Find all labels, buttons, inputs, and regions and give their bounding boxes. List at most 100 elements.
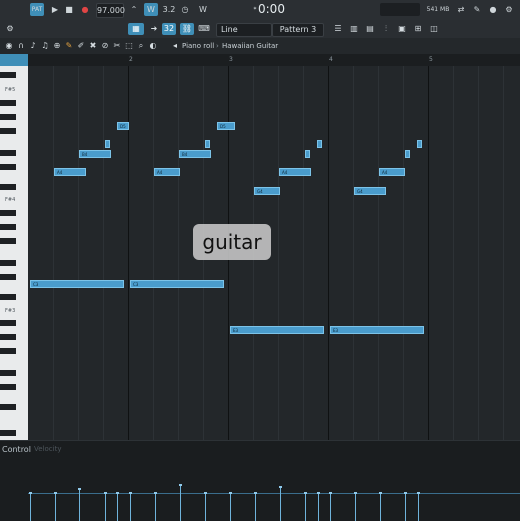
velocity-stem[interactable] xyxy=(318,493,319,521)
countdown-icon[interactable]: 3.2 xyxy=(162,3,176,16)
black-key[interactable] xyxy=(0,114,16,120)
black-key[interactable] xyxy=(0,370,16,376)
online-icon[interactable]: ⇄ xyxy=(456,3,466,16)
note-grid[interactable]: D5 B4 A4 C3 D5 B4 A4 C3 A4 G4 E3 A4 G4 E… xyxy=(28,66,520,440)
note[interactable] xyxy=(205,140,210,148)
black-key[interactable] xyxy=(0,210,16,216)
event-editor[interactable]: Control Velocity xyxy=(0,440,520,521)
velocity-stem[interactable] xyxy=(130,493,131,521)
black-key[interactable] xyxy=(0,320,16,326)
chord-icon[interactable]: ♫ xyxy=(40,40,50,52)
black-key[interactable] xyxy=(0,404,16,410)
record-button[interactable]: ● xyxy=(80,3,90,16)
black-key[interactable] xyxy=(0,100,16,106)
note[interactable]: E3 xyxy=(230,326,324,334)
note[interactable]: C3 xyxy=(130,280,224,288)
select-icon[interactable]: ⬚ xyxy=(124,40,134,52)
note[interactable]: A4 xyxy=(154,168,180,176)
note[interactable]: D5 xyxy=(217,122,235,130)
black-key[interactable] xyxy=(0,238,16,244)
snap-mode-select[interactable]: Line xyxy=(216,23,272,37)
arrow-icon[interactable]: ➜ xyxy=(148,23,160,35)
note-icon[interactable]: ♪ xyxy=(28,40,38,52)
pencil-icon[interactable]: ✎ xyxy=(64,40,74,52)
plugin-icon[interactable]: ⊞ xyxy=(412,23,424,35)
velocity-stem[interactable] xyxy=(280,487,281,521)
velocity-stem[interactable] xyxy=(380,493,381,521)
magnet-icon[interactable]: ∩ xyxy=(16,40,26,52)
browser-icon[interactable]: ▣ xyxy=(396,23,408,35)
stop-button[interactable]: ■ xyxy=(64,3,74,16)
black-key[interactable] xyxy=(0,274,16,280)
note[interactable]: A4 xyxy=(379,168,405,176)
velocity-stem[interactable] xyxy=(117,493,118,521)
velocity-stem[interactable] xyxy=(305,493,306,521)
playlist-icon[interactable]: ☰ xyxy=(332,23,344,35)
velocity-stem[interactable] xyxy=(255,493,256,521)
note[interactable]: A4 xyxy=(279,168,311,176)
pattern-song-toggle[interactable]: PAT xyxy=(30,3,44,16)
velocity-stem[interactable] xyxy=(405,493,406,521)
control-target[interactable]: Velocity xyxy=(34,445,61,453)
loop-record-icon[interactable]: W xyxy=(196,3,210,16)
velocity-stem[interactable] xyxy=(205,493,206,521)
play-button[interactable]: ▶ xyxy=(50,3,60,16)
note[interactable]: G4 xyxy=(354,187,386,195)
piano-keyboard[interactable]: F#5 F#4 F#3 xyxy=(0,66,28,440)
typing-keyboard-icon[interactable]: ⌨ xyxy=(198,23,210,35)
velocity-stem[interactable] xyxy=(105,493,106,521)
mute-icon[interactable]: ⊘ xyxy=(100,40,110,52)
chain-icon[interactable]: ⛓ xyxy=(180,23,194,35)
velocity-stem[interactable] xyxy=(355,493,356,521)
control-label[interactable]: Control xyxy=(2,445,31,454)
velocity-stem[interactable] xyxy=(55,493,56,521)
note[interactable] xyxy=(105,140,110,148)
speaker-icon[interactable]: ◂ xyxy=(170,40,180,52)
stamp-icon[interactable]: ⊕ xyxy=(52,40,62,52)
delete-icon[interactable]: ✖ xyxy=(88,40,98,52)
black-key[interactable] xyxy=(0,430,16,436)
time-ruler[interactable]: 2 3 4 5 xyxy=(0,54,520,66)
mic-icon[interactable]: ● xyxy=(488,3,498,16)
black-key[interactable] xyxy=(0,184,16,190)
velocity-stem[interactable] xyxy=(79,489,80,521)
black-key[interactable] xyxy=(0,294,16,300)
step-icon[interactable]: 32 xyxy=(162,23,176,35)
time-mode-icon[interactable]: ✶ xyxy=(250,3,260,16)
hint-icon[interactable]: ⚙ xyxy=(4,23,16,35)
velocity-stem[interactable] xyxy=(30,493,31,521)
paint-icon[interactable]: ✐ xyxy=(76,40,86,52)
black-key[interactable] xyxy=(0,224,16,230)
black-key[interactable] xyxy=(0,72,16,78)
metronome-icon[interactable]: ⌃ xyxy=(128,3,140,16)
menu-icon[interactable]: ◉ xyxy=(4,40,14,52)
black-key[interactable] xyxy=(0,260,16,266)
note[interactable] xyxy=(405,150,410,158)
black-key[interactable] xyxy=(0,150,16,156)
note[interactable]: A4 xyxy=(54,168,86,176)
snap-icon[interactable]: ▦ xyxy=(128,23,144,35)
note[interactable]: B4 xyxy=(179,150,211,158)
zoom-icon[interactable]: ⌕ xyxy=(136,40,146,52)
black-key[interactable] xyxy=(0,128,16,134)
wait-icon[interactable]: W xyxy=(144,3,158,16)
settings-icon[interactable]: ⚙ xyxy=(504,3,514,16)
tune-icon[interactable]: ✎ xyxy=(472,3,482,16)
black-key[interactable] xyxy=(0,384,16,390)
playback-icon[interactable]: ◐ xyxy=(148,40,158,52)
note[interactable]: E3 xyxy=(330,326,424,334)
note[interactable] xyxy=(317,140,322,148)
note[interactable]: C3 xyxy=(30,280,124,288)
black-key[interactable] xyxy=(0,348,16,354)
velocity-stem[interactable] xyxy=(155,493,156,521)
black-key[interactable] xyxy=(0,164,16,170)
velocity-stem[interactable] xyxy=(418,493,419,521)
note[interactable] xyxy=(417,140,422,148)
note[interactable]: G4 xyxy=(254,187,280,195)
velocity-stem[interactable] xyxy=(330,493,331,521)
black-key[interactable] xyxy=(0,334,16,340)
mixer-icon[interactable]: ⫶ xyxy=(380,23,392,35)
tempo-display[interactable]: 97.000 xyxy=(96,3,125,18)
velocity-stem[interactable] xyxy=(180,485,181,521)
piano-roll-icon[interactable]: ▥ xyxy=(348,23,360,35)
